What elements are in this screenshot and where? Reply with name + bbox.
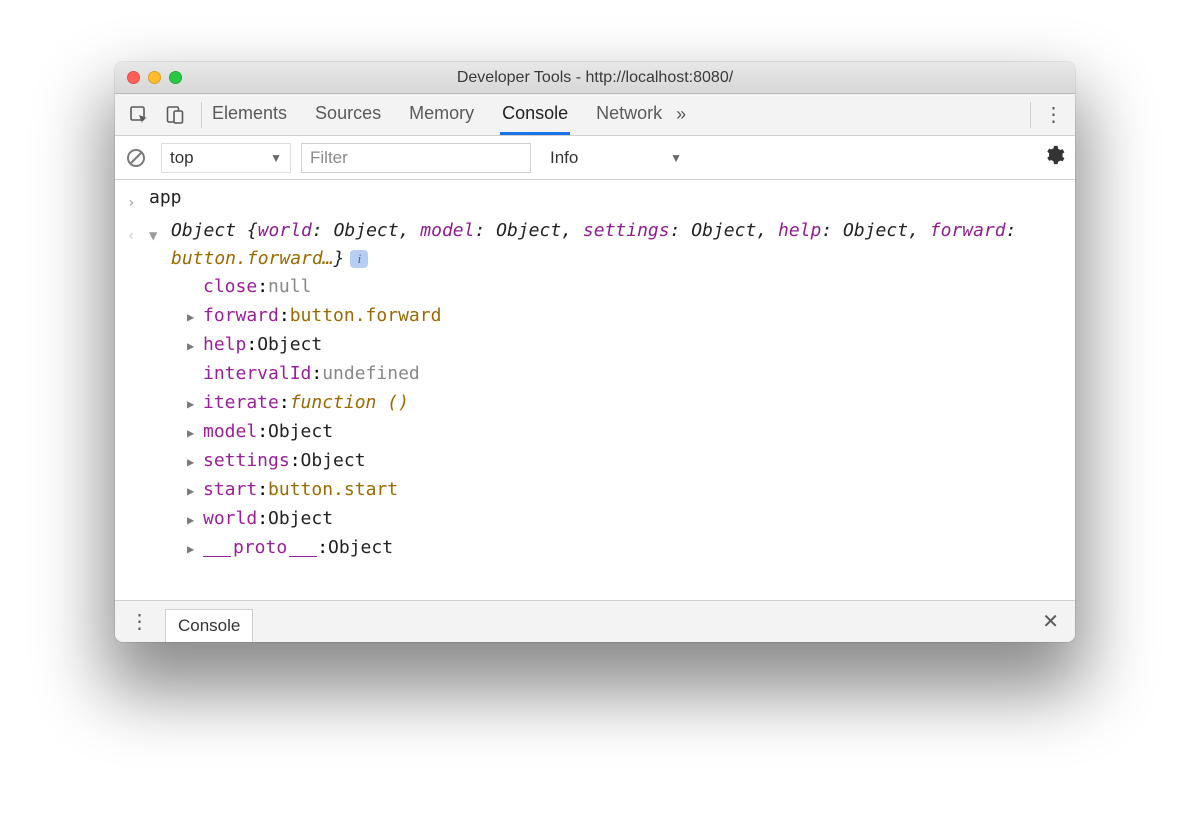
titlebar: Developer Tools - http://localhost:8080/	[115, 62, 1075, 94]
log-level-value: Info	[550, 148, 578, 168]
tab-memory[interactable]: Memory	[407, 94, 476, 135]
disclosure-icon[interactable]: ▶	[187, 506, 203, 534]
object-property[interactable]: ▶close: null	[187, 273, 1075, 302]
disclosure-icon[interactable]: ▶	[187, 332, 203, 360]
property-key: model	[203, 418, 257, 446]
return-icon: ‹	[127, 217, 149, 273]
property-value: Object	[268, 418, 333, 446]
tabs-overflow-icon[interactable]: »	[664, 104, 698, 125]
disclosure-icon[interactable]: ▶	[187, 535, 203, 563]
property-value: button.forward	[290, 302, 442, 330]
info-badge-icon[interactable]: i	[350, 250, 368, 268]
separator	[1030, 102, 1031, 128]
property-key: settings	[203, 447, 290, 475]
context-selector[interactable]: top ▼	[161, 143, 291, 173]
window-title: Developer Tools - http://localhost:8080/	[115, 69, 1075, 87]
drawer-tab-console[interactable]: Console	[165, 609, 253, 643]
property-value: Object	[268, 505, 333, 533]
kebab-menu-icon[interactable]: ⋮	[1039, 102, 1069, 127]
console-settings-icon[interactable]	[1043, 144, 1065, 171]
devtools-window: Developer Tools - http://localhost:8080/…	[115, 62, 1075, 642]
console-command: app	[149, 184, 1063, 217]
chevron-down-icon: ▼	[670, 151, 682, 165]
drawer-close-icon[interactable]: ✕	[1036, 609, 1065, 634]
property-value: button.start	[268, 476, 398, 504]
object-property[interactable]: ▶model: Object	[187, 418, 1075, 447]
disclosure-icon[interactable]: ▶	[187, 419, 203, 447]
console-result-row[interactable]: ‹ ▼ Object {world: Object, model: Object…	[115, 217, 1075, 273]
prompt-icon: ›	[127, 184, 149, 217]
console-filterbar: top ▼ Info ▼	[115, 136, 1075, 180]
property-key: start	[203, 476, 257, 504]
separator	[201, 102, 202, 128]
object-property[interactable]: ▶iterate: function ()	[187, 389, 1075, 418]
object-property[interactable]: ▶help: Object	[187, 331, 1075, 360]
object-property[interactable]: ▶settings: Object	[187, 447, 1075, 476]
property-key: intervalId	[203, 360, 311, 388]
property-key: close	[203, 273, 257, 301]
log-level-selector[interactable]: Info ▼	[541, 143, 691, 173]
property-value: Object	[328, 534, 393, 562]
object-property[interactable]: ▶forward: button.forward	[187, 302, 1075, 331]
tabstrip: Elements Sources Memory Console Network » ⋮	[115, 94, 1075, 136]
property-value: undefined	[322, 360, 420, 388]
drawer: ⋮ Console ✕	[115, 600, 1075, 642]
property-value: Object	[257, 331, 322, 359]
tab-elements[interactable]: Elements	[210, 94, 289, 135]
object-tree: ▶close: null▶forward: button.forward▶hel…	[115, 273, 1075, 563]
drawer-menu-icon[interactable]: ⋮	[125, 609, 155, 634]
console-output: › app ‹ ▼ Object {world: Object, model: …	[115, 180, 1075, 600]
property-key: proto	[233, 534, 287, 562]
property-key: help	[203, 331, 246, 359]
disclosure-icon[interactable]: ▶	[187, 448, 203, 476]
inspect-element-icon[interactable]	[121, 95, 157, 135]
property-value: null	[268, 273, 311, 301]
object-property[interactable]: ▶world: Object	[187, 505, 1075, 534]
clear-console-icon[interactable]	[125, 147, 147, 169]
context-selector-value: top	[170, 148, 194, 168]
tab-console[interactable]: Console	[500, 94, 570, 135]
object-proto[interactable]: ▶proto: Object	[187, 534, 1075, 563]
property-value: Object	[301, 447, 366, 475]
tabs: Elements Sources Memory Console Network	[210, 94, 664, 135]
object-property[interactable]: ▶start: button.start	[187, 476, 1075, 505]
disclosure-open-icon[interactable]: ▼	[149, 217, 171, 273]
object-summary: Object {world: Object, model: Object, se…	[171, 217, 1063, 273]
tab-network[interactable]: Network	[594, 94, 664, 135]
disclosure-icon[interactable]: ▶	[187, 390, 203, 418]
chevron-down-icon: ▼	[270, 151, 282, 165]
filter-input[interactable]	[301, 143, 531, 173]
console-input-row[interactable]: › app	[115, 184, 1075, 217]
device-toggle-icon[interactable]	[157, 95, 193, 135]
property-value: function ()	[290, 389, 409, 417]
disclosure-icon[interactable]: ▶	[187, 477, 203, 505]
disclosure-icon[interactable]: ▶	[187, 303, 203, 331]
property-key: world	[203, 505, 257, 533]
tab-sources[interactable]: Sources	[313, 94, 383, 135]
object-property[interactable]: ▶intervalId: undefined	[187, 360, 1075, 389]
property-key: forward	[203, 302, 279, 330]
property-key: iterate	[203, 389, 279, 417]
